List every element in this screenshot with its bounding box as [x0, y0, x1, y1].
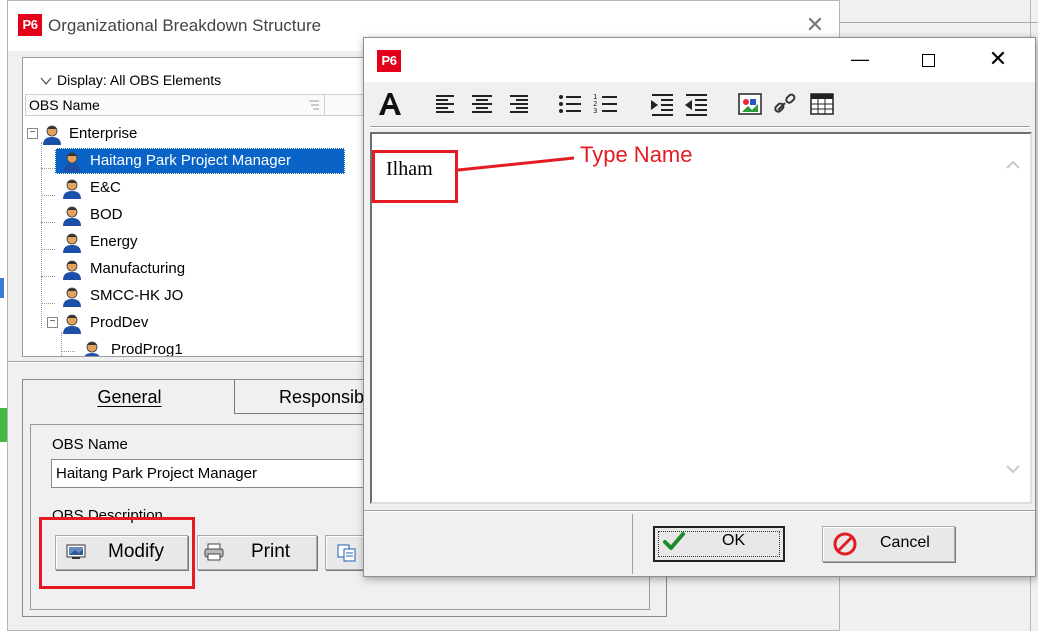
tree-label: Enterprise	[69, 125, 138, 142]
person-icon	[84, 341, 100, 356]
chevron-down-icon[interactable]	[39, 74, 53, 88]
column-header-obs-name[interactable]: OBS Name	[25, 94, 371, 116]
tree-label: SMCC-HK JO	[90, 287, 184, 304]
align-right-icon[interactable]	[504, 90, 532, 118]
font-icon[interactable]	[376, 90, 404, 118]
ok-label: OK	[722, 532, 746, 549]
background-blue-mark	[0, 278, 4, 298]
tab-responsibility-label: Responsibi	[279, 387, 369, 407]
display-label[interactable]: Display: All OBS Elements	[57, 72, 221, 88]
print-button[interactable]: Print	[197, 535, 317, 570]
tree-row-prodprog1[interactable]: ProdProg1	[23, 338, 363, 357]
scroll-up-icon[interactable]	[1004, 156, 1022, 174]
checkmark-icon	[663, 532, 685, 550]
p6-logo: P6	[18, 14, 42, 36]
scroll-down-icon[interactable]	[1004, 460, 1022, 478]
printer-icon	[204, 543, 224, 561]
column-divider[interactable]	[324, 95, 325, 115]
person-icon	[63, 179, 81, 199]
outdent-icon[interactable]	[682, 90, 710, 118]
align-center-icon[interactable]	[468, 90, 496, 118]
tab-general[interactable]: General	[25, 380, 235, 414]
tree-row-enterprise[interactable]: − Enterprise	[23, 122, 363, 146]
copy-icon	[337, 544, 356, 562]
background-divider	[840, 22, 1038, 23]
align-left-icon[interactable]	[432, 90, 460, 118]
editor-toolbar: 123	[364, 82, 1035, 126]
collapse-icon[interactable]: −	[27, 128, 38, 139]
column-header-label: OBS Name	[29, 97, 100, 113]
tree-row-haitang-park-project-manager[interactable]: Haitang Park Project Manager	[23, 149, 363, 173]
ok-button[interactable]: OK	[653, 526, 785, 562]
close-icon[interactable]: ✕	[803, 13, 827, 37]
tree-label: Haitang Park Project Manager	[90, 152, 291, 169]
person-icon	[63, 152, 81, 172]
tree-label: ProdProg1	[111, 341, 183, 357]
tree-label: Energy	[90, 233, 138, 250]
tree-label: E&C	[90, 179, 121, 196]
obs-name-field[interactable]: Haitang Park Project Manager	[51, 459, 381, 488]
cancel-icon	[833, 532, 857, 556]
obs-name-label: OBS Name	[52, 436, 128, 453]
obs-window-title: Organizational Breakdown Structure	[48, 16, 322, 35]
background-green-mark	[0, 408, 7, 442]
tree-row-proddev[interactable]: − ProdDev	[23, 311, 363, 335]
tab-general-label: General	[97, 387, 162, 407]
annotation-label: Type Name	[580, 142, 693, 167]
person-icon	[43, 125, 61, 145]
minimize-icon[interactable]: —	[848, 48, 872, 72]
svg-text:3: 3	[593, 107, 597, 115]
insert-link-icon[interactable]	[772, 90, 800, 118]
tree-row-smcc-hk-jo[interactable]: SMCC-HK JO	[23, 284, 363, 308]
cancel-label: Cancel	[880, 534, 930, 551]
display-filter-bar[interactable]: Display: All OBS Elements	[23, 70, 373, 92]
insert-table-icon[interactable]	[808, 90, 836, 118]
person-icon	[63, 287, 81, 307]
tree-row-e-and-c[interactable]: E&C	[23, 176, 363, 200]
person-icon	[63, 260, 81, 280]
close-icon[interactable]: ✕	[986, 48, 1010, 72]
indent-icon[interactable]	[648, 90, 676, 118]
maximize-box	[922, 54, 935, 67]
modify-highlight-box	[39, 517, 195, 589]
name-highlight-box	[372, 150, 458, 203]
obs-tree: Display: All OBS Elements OBS Name − Ent…	[22, 57, 374, 357]
tree-row-bod[interactable]: BOD	[23, 203, 363, 227]
dialog-titlebar: P6 — ✕	[364, 38, 1035, 82]
sort-icon[interactable]	[306, 97, 322, 113]
tree-row-manufacturing[interactable]: Manufacturing	[23, 257, 363, 281]
bullet-list-icon[interactable]	[556, 90, 584, 118]
notebook-dialog: P6 — ✕ 123 Ilham	[363, 37, 1036, 577]
person-icon	[63, 314, 81, 334]
p6-logo: P6	[377, 50, 401, 72]
notebook-editor[interactable]: Ilham	[370, 132, 1032, 504]
person-icon	[63, 233, 81, 253]
maximize-icon[interactable]	[916, 48, 940, 72]
collapse-icon[interactable]: −	[47, 317, 58, 328]
toolbar-separator	[370, 126, 1030, 128]
numbered-list-icon[interactable]: 123	[592, 90, 620, 118]
insert-picture-icon[interactable]	[736, 90, 764, 118]
cancel-button[interactable]: Cancel	[822, 526, 955, 562]
person-icon	[63, 206, 81, 226]
footer-separator	[364, 510, 1035, 512]
tree-label: ProdDev	[90, 314, 149, 331]
tree-label: Manufacturing	[90, 260, 186, 277]
tree-label: BOD	[90, 206, 123, 223]
tree-row-energy[interactable]: Energy	[23, 230, 363, 254]
print-label: Print	[251, 541, 291, 562]
